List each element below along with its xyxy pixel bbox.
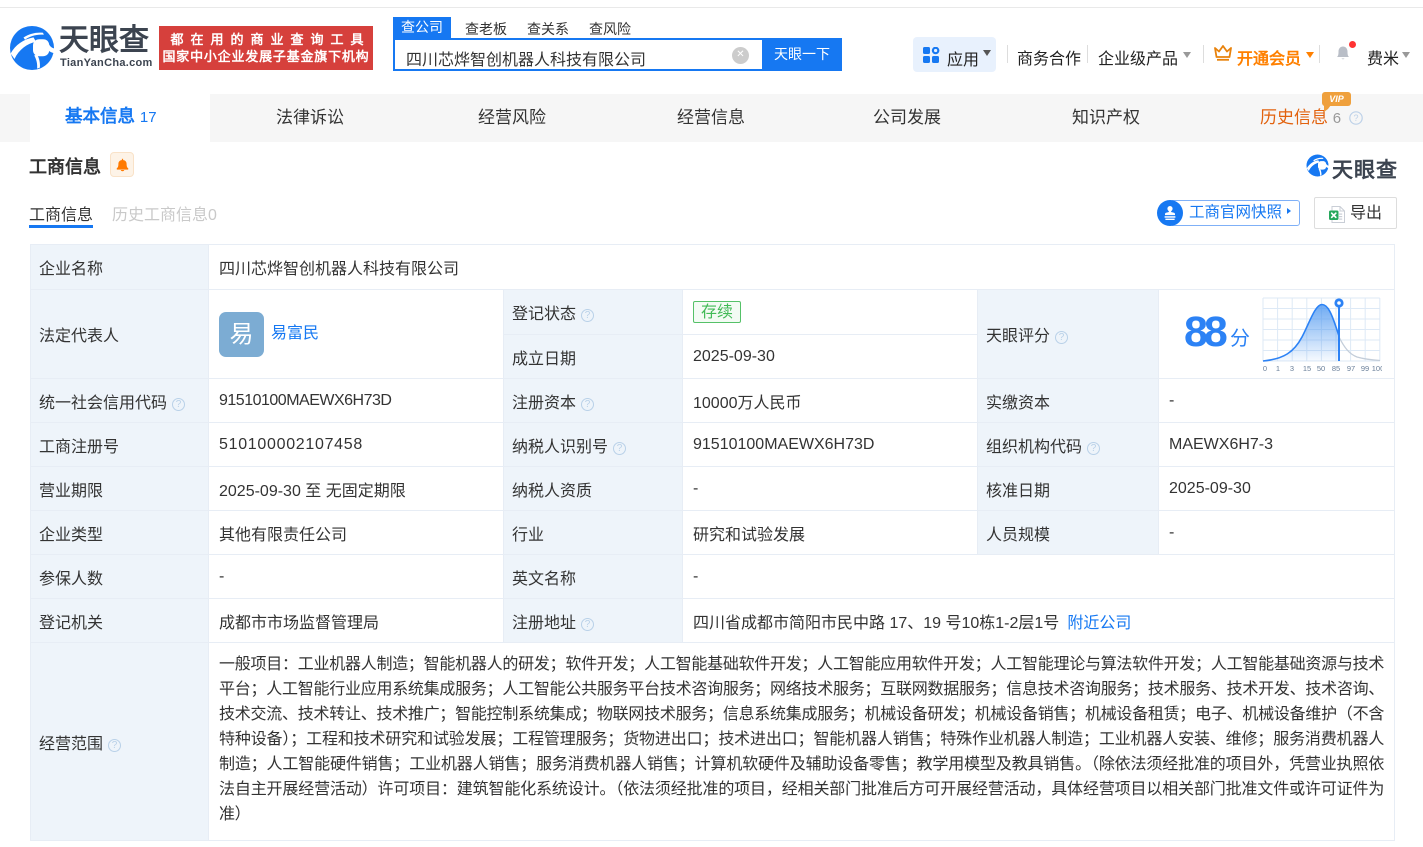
svg-text:0: 0	[1263, 364, 1267, 373]
svg-text:15: 15	[1303, 364, 1311, 373]
svg-text:50: 50	[1317, 364, 1325, 373]
svg-text:99: 99	[1361, 364, 1369, 373]
svg-text:3: 3	[1290, 364, 1294, 373]
svg-text:1: 1	[1276, 364, 1280, 373]
svg-text:97: 97	[1347, 364, 1355, 373]
svg-text:100: 100	[1372, 364, 1382, 373]
svg-text:85: 85	[1332, 364, 1340, 373]
svg-text:?: ?	[1353, 113, 1358, 123]
